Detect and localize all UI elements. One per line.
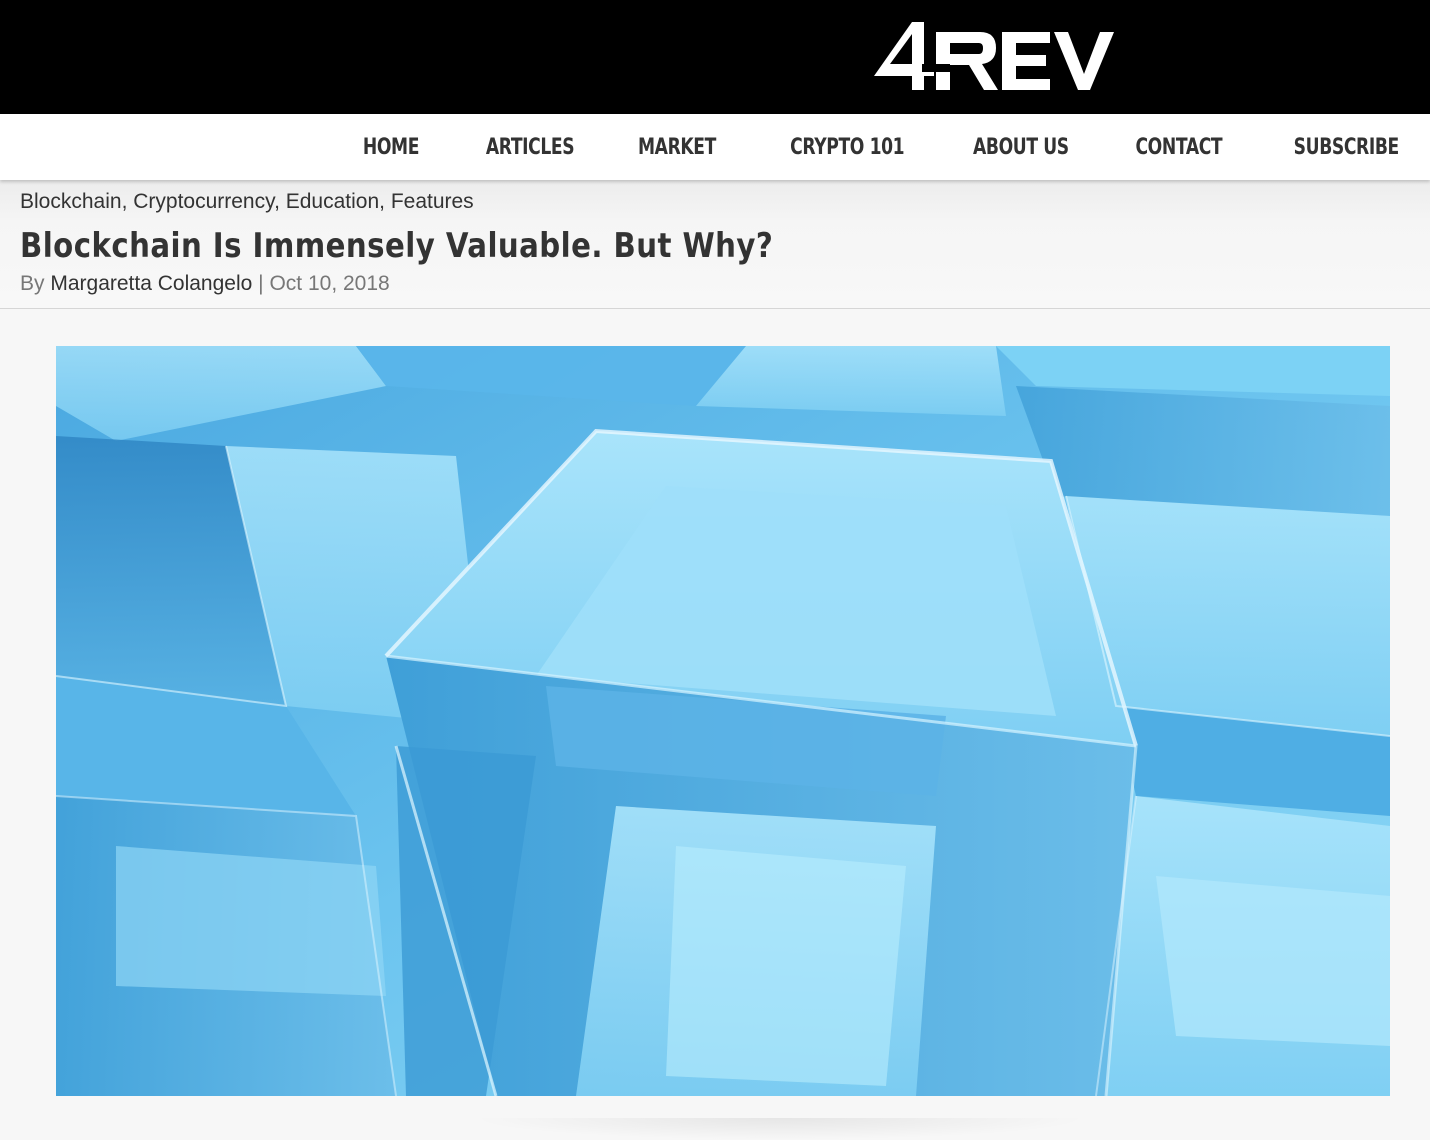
nav-item-crypto-101[interactable]: CRYPTO 101 xyxy=(790,135,904,160)
nav-item-market[interactable]: MARKET xyxy=(638,135,716,160)
author-link[interactable]: Margaretta Colangelo xyxy=(50,272,252,295)
nav-item-subscribe[interactable]: SUBSCRIBE xyxy=(1294,135,1400,160)
category-link-cryptocurrency[interactable]: Cryptocurrency xyxy=(133,190,274,213)
post-title: Blockchain Is Immensely Valuable. But Wh… xyxy=(20,226,774,266)
main-navigation: HOME ARTICLES MARKET CRYPTO 101 ABOUT US… xyxy=(0,114,1430,180)
meta-separator: | xyxy=(258,272,264,295)
site-logo[interactable] xyxy=(868,10,1118,100)
hero-image xyxy=(56,346,1390,1096)
nav-item-contact[interactable]: CONTACT xyxy=(1135,135,1222,160)
nav-item-articles[interactable]: ARTICLES xyxy=(486,135,575,160)
category-separator: , xyxy=(274,190,286,213)
by-label: By xyxy=(20,272,45,295)
nav-item-home[interactable]: HOME xyxy=(363,135,420,160)
category-separator: , xyxy=(121,190,134,213)
post-categories: Blockchain, Cryptocurrency, Education, F… xyxy=(20,190,474,214)
logo-4rev-mark xyxy=(874,22,1114,90)
site-header xyxy=(0,0,1430,114)
nav-menu: HOME ARTICLES MARKET CRYPTO 101 ABOUT US… xyxy=(305,114,1400,180)
category-link-blockchain[interactable]: Blockchain xyxy=(20,190,122,213)
post-date: Oct 10, 2018 xyxy=(269,272,390,295)
nav-item-about-us[interactable]: ABOUT US xyxy=(973,135,1069,160)
category-link-features[interactable]: Features xyxy=(391,190,474,213)
bottom-shadow xyxy=(470,1118,1090,1140)
category-separator: , xyxy=(379,190,391,213)
post-meta: By Margaretta Colangelo | Oct 10, 2018 xyxy=(20,272,390,296)
blue-glass-cubes-image xyxy=(56,346,1390,1096)
category-link-education[interactable]: Education xyxy=(286,190,379,213)
post-header: Blockchain, Cryptocurrency, Education, F… xyxy=(0,180,1430,309)
